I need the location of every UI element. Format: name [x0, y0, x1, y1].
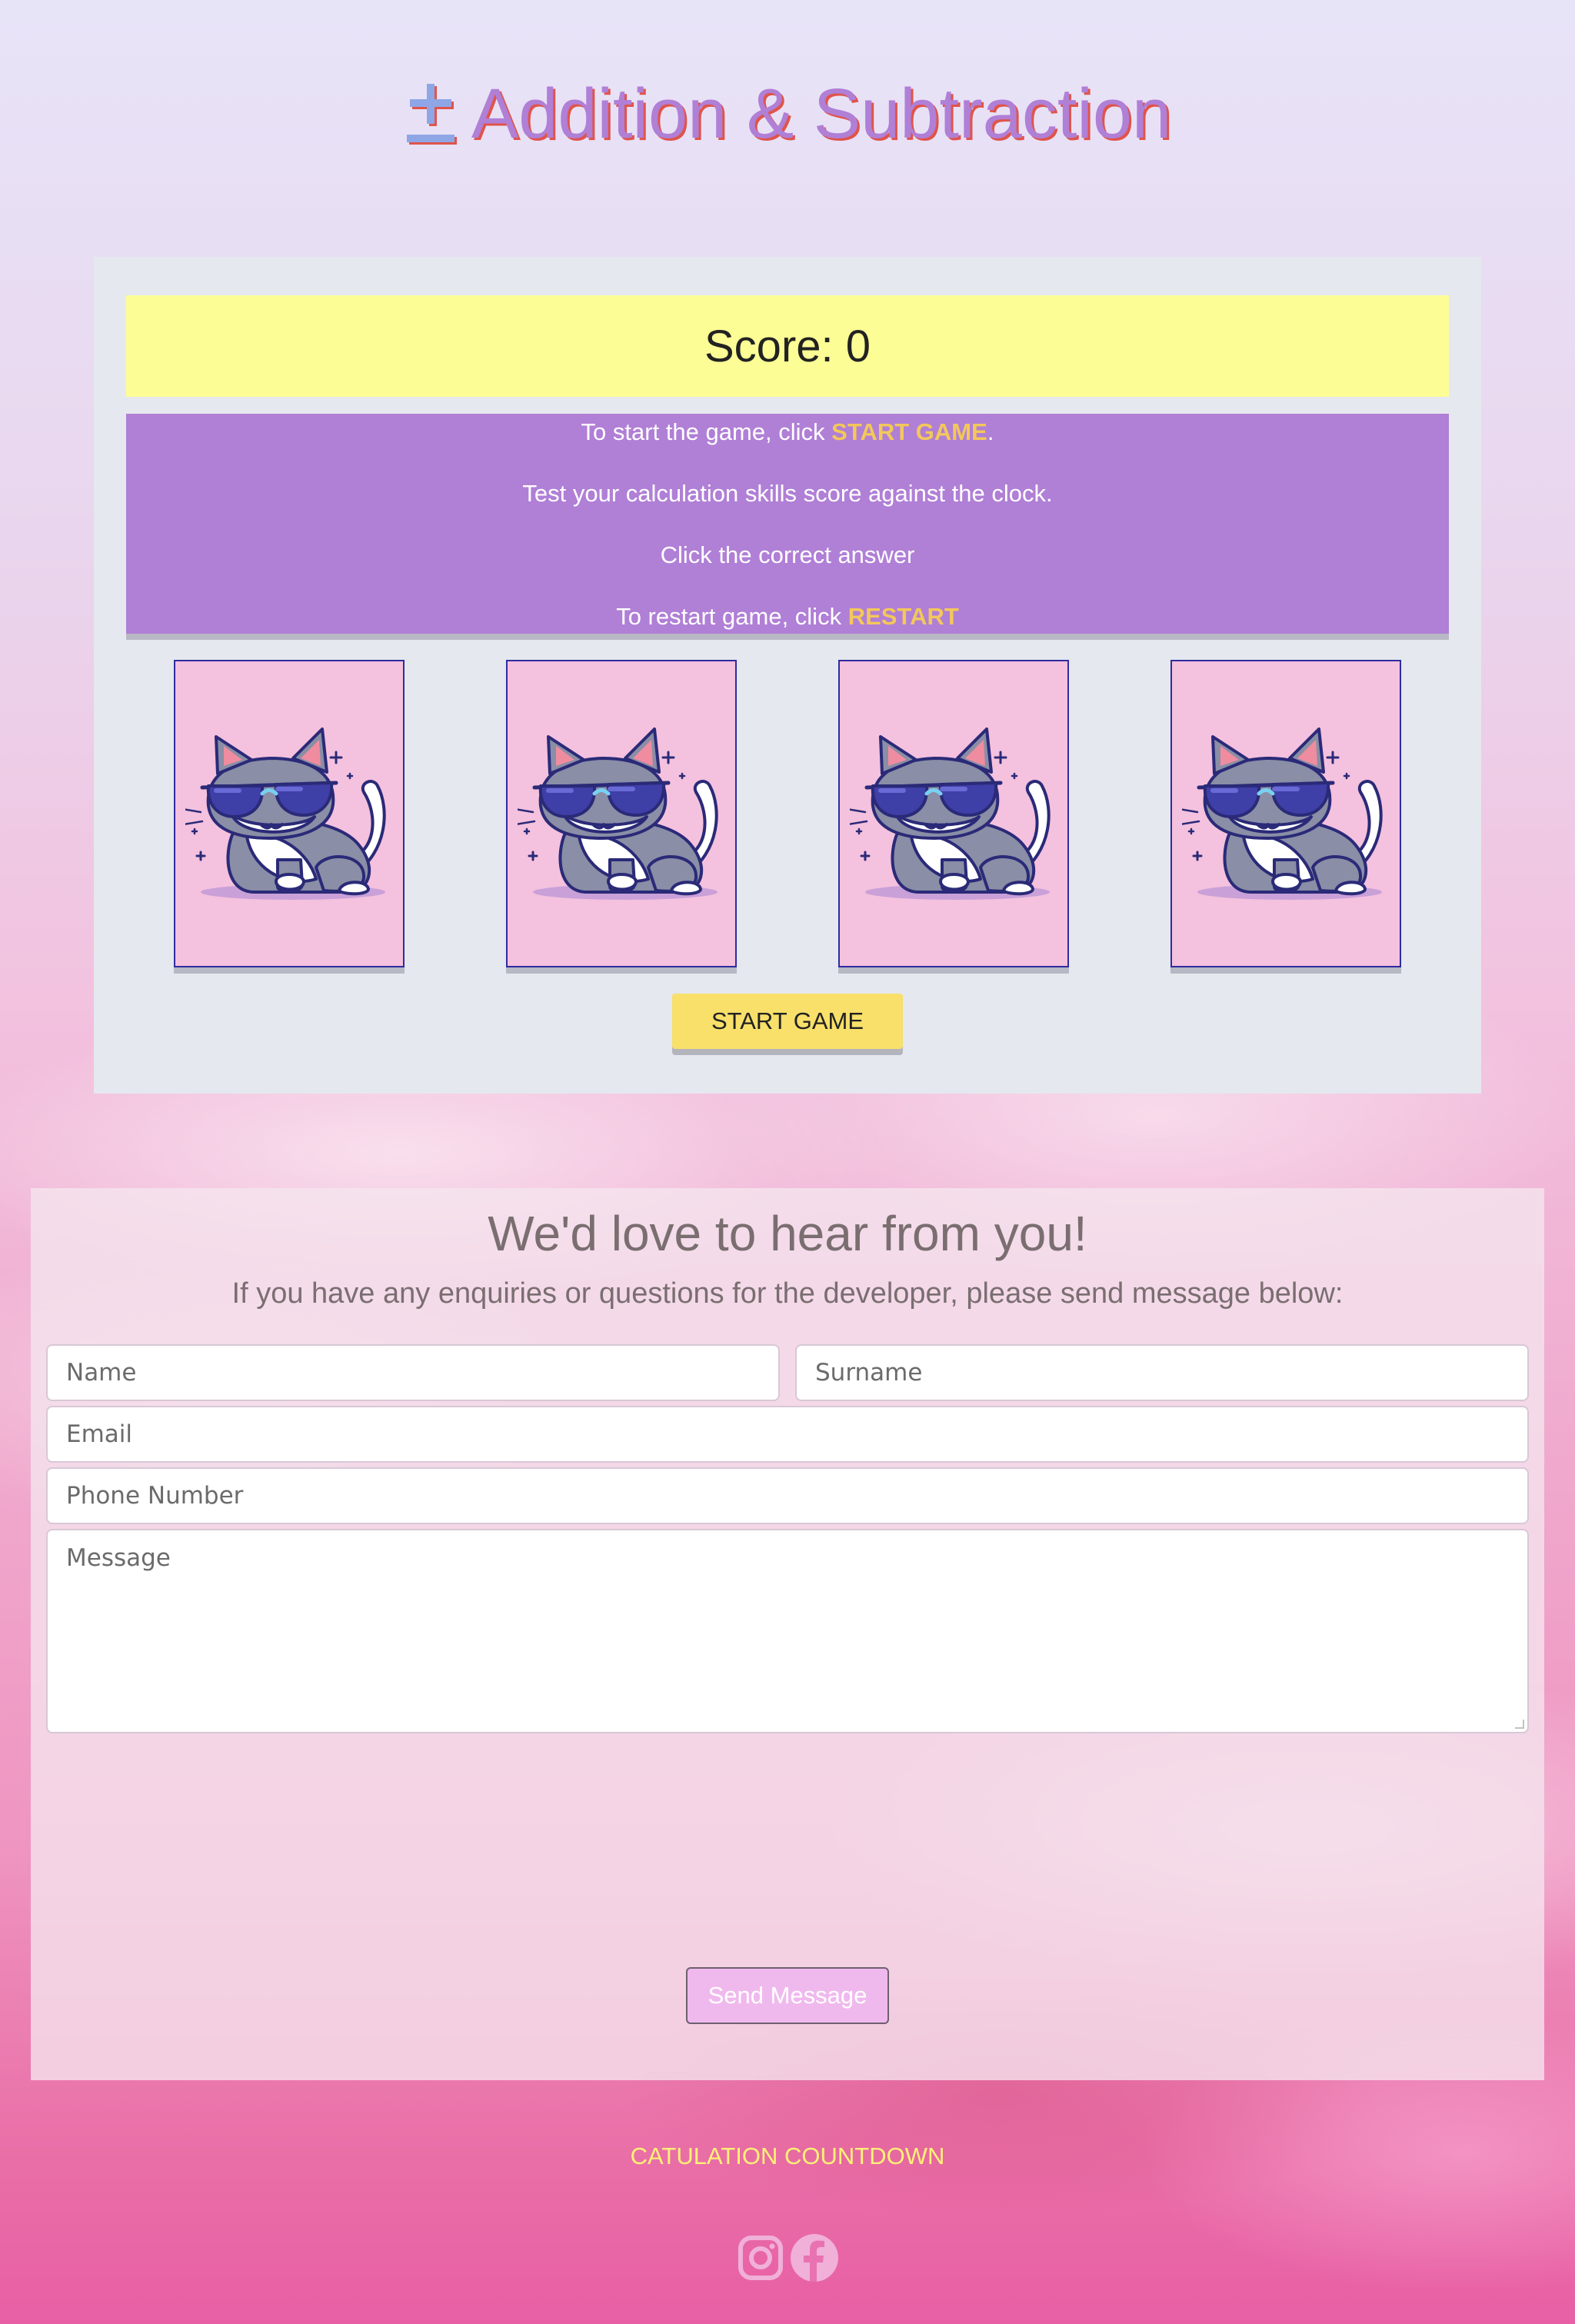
contact-subheading: If you have any enquiries or questions f… [231, 1277, 1344, 1310]
name-field[interactable]: Name [46, 1344, 780, 1401]
contact-section: We'd love to hear from you! If you have … [31, 1188, 1544, 2080]
plus-minus-icon [404, 78, 461, 151]
instagram-icon[interactable] [736, 2233, 785, 2282]
answer-card[interactable] [1170, 660, 1401, 967]
resize-handle[interactable] [1515, 1720, 1524, 1729]
name-placeholder: Name [66, 1359, 137, 1387]
instruction-click: Click the correct answer [660, 541, 915, 568]
page-title: Addition & Subtraction [0, 74, 1575, 155]
contact-heading: We'd love to hear from you! [488, 1206, 1087, 1261]
start-game-button[interactable]: START GAME [672, 994, 903, 1049]
game-panel: Score: 0 To start the game, click START … [94, 257, 1481, 1094]
instruction-restart: To restart game, click RESTART [616, 603, 959, 630]
cat-sunglasses-icon [518, 721, 725, 906]
email-field[interactable]: Email [46, 1406, 1529, 1463]
cat-sunglasses-icon [1182, 721, 1390, 906]
message-field[interactable]: Message [46, 1529, 1529, 1733]
restart-highlight: RESTART [847, 603, 959, 630]
message-placeholder: Message [66, 1544, 171, 1572]
phone-field[interactable]: Phone Number [46, 1467, 1529, 1524]
answer-cards [94, 660, 1481, 967]
surname-field[interactable]: Surname [795, 1344, 1529, 1401]
instruction-test: Test your calculation skills score again… [522, 480, 1053, 507]
surname-placeholder: Surname [815, 1359, 923, 1387]
answer-card[interactable] [838, 660, 1069, 967]
social-links [0, 2233, 1575, 2282]
title-text: Addition & Subtraction [471, 75, 1172, 153]
send-message-button[interactable]: Send Message [686, 1967, 889, 2024]
instruction-start: To start the game, click START GAME. [581, 418, 994, 445]
answer-card[interactable] [506, 660, 737, 967]
cat-sunglasses-icon [185, 721, 393, 906]
phone-placeholder: Phone Number [66, 1482, 244, 1510]
cat-sunglasses-icon [850, 721, 1057, 906]
score-display: Score: 0 [126, 295, 1449, 397]
footer-title: CATULATION COUNTDOWN [630, 2143, 945, 2169]
start-game-highlight: START GAME [831, 418, 987, 445]
email-placeholder: Email [66, 1420, 133, 1448]
facebook-icon[interactable] [790, 2233, 839, 2282]
instructions-panel: To start the game, click START GAME. Tes… [126, 414, 1449, 640]
answer-card[interactable] [174, 660, 405, 967]
